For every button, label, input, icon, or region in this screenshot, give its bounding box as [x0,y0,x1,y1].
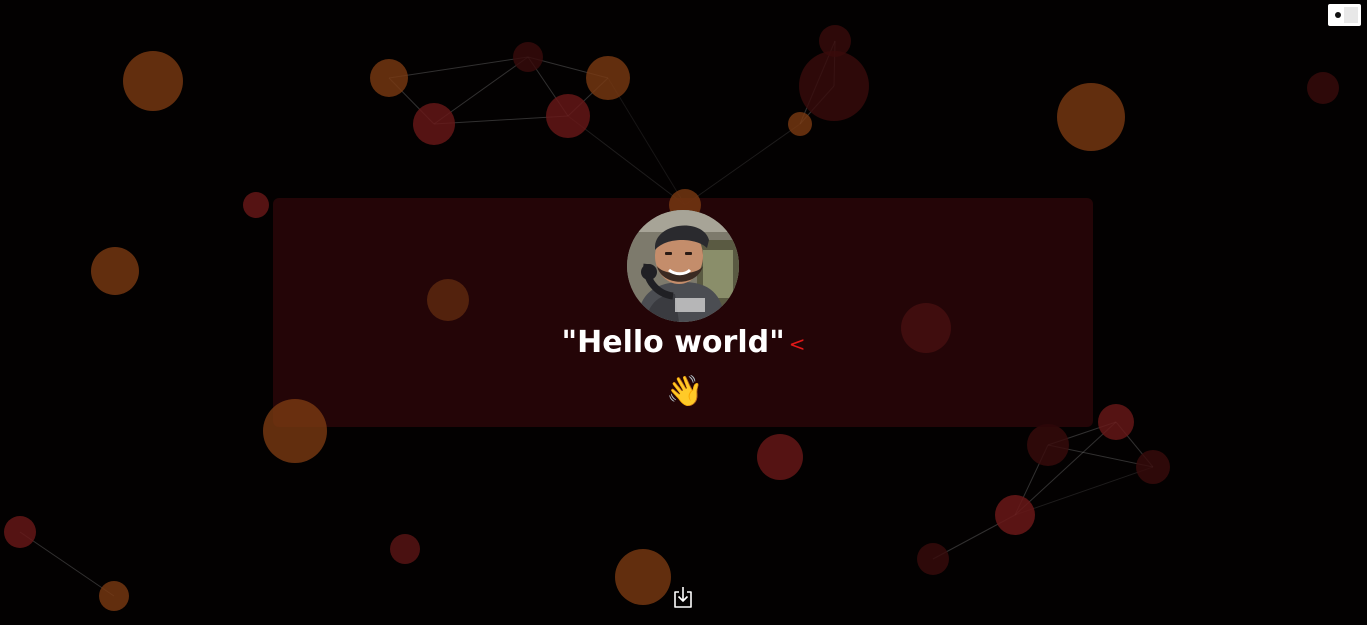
particle [586,56,630,100]
particle [123,51,183,111]
particle [546,94,590,138]
particle [1307,72,1339,104]
particle [390,534,420,564]
theme-toggle-icon [1335,12,1341,18]
particle [99,581,129,611]
hero-headline: "Hello world" < [0,323,1367,364]
particle-link [607,77,686,206]
particle [788,112,812,136]
particle [1098,404,1134,440]
particle [615,549,671,605]
typing-cursor: < [788,332,806,356]
particle [1057,83,1125,151]
theme-toggle-track [1344,7,1358,23]
particle [995,495,1035,535]
particle-link [567,115,686,206]
particle [757,434,803,480]
particle-link [1014,466,1154,516]
particle-link [388,56,529,79]
particle [819,25,851,57]
particle [917,543,949,575]
particle [243,192,269,218]
particle [799,51,869,121]
download-icon [674,587,692,608]
particle-link [684,123,801,206]
particle [1027,424,1069,466]
theme-toggle-button[interactable] [1328,4,1361,26]
particle [413,103,455,145]
wave-emoji: 👋 [666,374,704,409]
particle [4,516,36,548]
headline-text: "Hello world" [561,325,785,360]
particle [91,247,139,295]
particle [370,59,408,97]
particle-link [19,531,115,597]
profile-photo [627,210,739,322]
particle [513,42,543,72]
avatar [627,210,739,322]
particle [1136,450,1170,484]
page: "Hello world" < 👋 [0,0,1367,625]
download-button[interactable] [671,586,695,610]
